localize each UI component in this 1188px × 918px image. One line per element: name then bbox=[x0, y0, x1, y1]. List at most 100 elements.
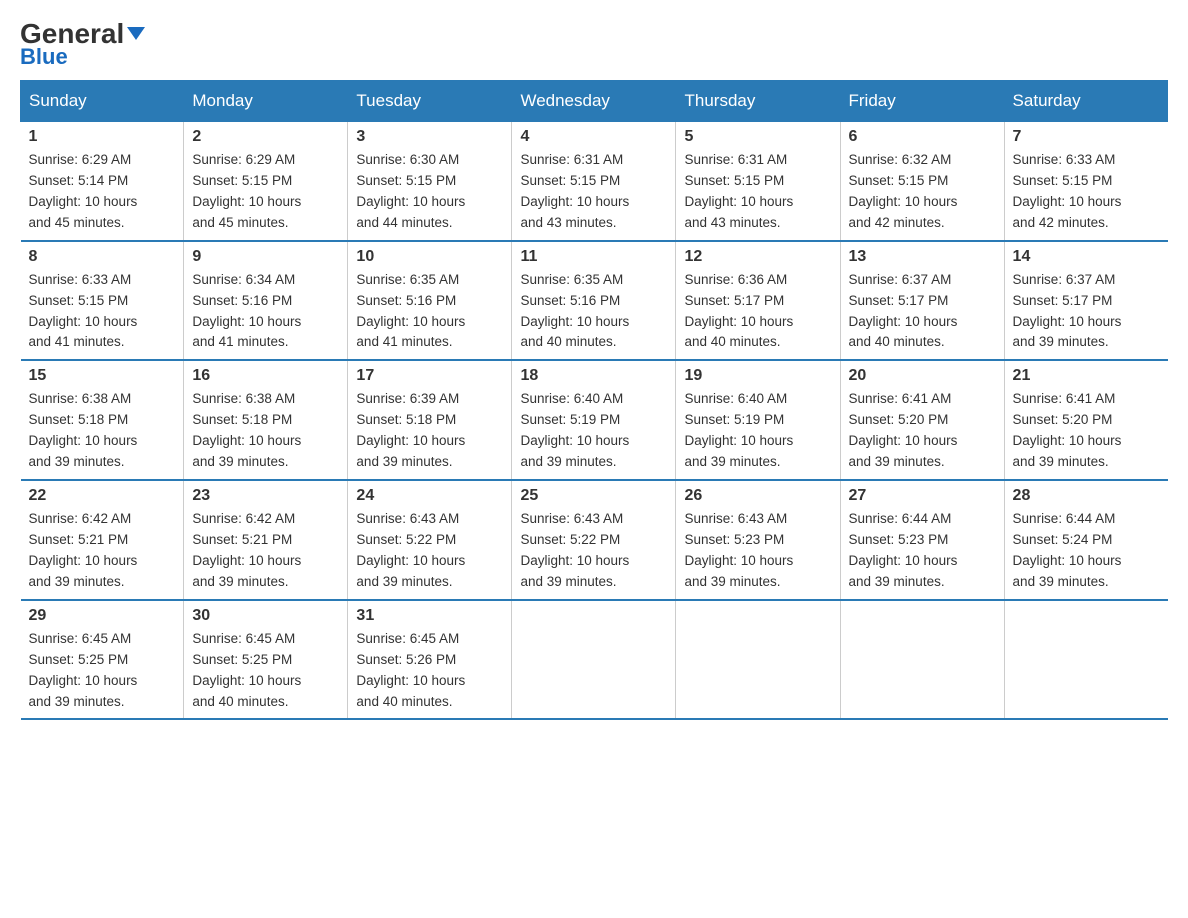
day-number: 28 bbox=[1013, 487, 1160, 505]
day-number: 26 bbox=[684, 487, 831, 505]
calendar-cell: 11 Sunrise: 6:35 AMSunset: 5:16 PMDayligh… bbox=[512, 241, 676, 361]
week-row-4: 22 Sunrise: 6:42 AMSunset: 5:21 PMDayligh… bbox=[21, 480, 1168, 600]
calendar-cell: 8 Sunrise: 6:33 AMSunset: 5:15 PMDaylight… bbox=[21, 241, 184, 361]
day-number: 14 bbox=[1013, 248, 1160, 266]
day-info: Sunrise: 6:42 AMSunset: 5:21 PMDaylight:… bbox=[192, 509, 339, 593]
calendar-table: SundayMondayTuesdayWednesdayThursdayFrid… bbox=[20, 80, 1168, 720]
header-monday: Monday bbox=[184, 81, 348, 122]
calendar-cell bbox=[1004, 600, 1167, 720]
day-number: 4 bbox=[520, 128, 667, 146]
calendar-cell bbox=[676, 600, 840, 720]
calendar-cell: 7Sunrise: 6:33 AMSunset: 5:15 PMDaylight… bbox=[1004, 122, 1167, 241]
day-number: 18 bbox=[520, 367, 667, 385]
calendar-cell: 28 Sunrise: 6:44 AMSunset: 5:24 PMDayligh… bbox=[1004, 480, 1167, 600]
day-number: 5 bbox=[684, 128, 831, 146]
day-info: Sunrise: 6:29 AMSunset: 5:14 PMDaylight:… bbox=[29, 150, 176, 234]
calendar-cell: 26 Sunrise: 6:43 AMSunset: 5:23 PMDayligh… bbox=[676, 480, 840, 600]
day-info: Sunrise: 6:33 AMSunset: 5:15 PMDaylight:… bbox=[29, 270, 176, 354]
day-info: Sunrise: 6:43 AMSunset: 5:22 PMDaylight:… bbox=[520, 509, 667, 593]
day-number: 15 bbox=[29, 367, 176, 385]
header-saturday: Saturday bbox=[1004, 81, 1167, 122]
calendar-cell: 17 Sunrise: 6:39 AMSunset: 5:18 PMDayligh… bbox=[348, 360, 512, 480]
day-info: Sunrise: 6:41 AMSunset: 5:20 PMDaylight:… bbox=[1013, 389, 1160, 473]
day-info: Sunrise: 6:32 AMSunset: 5:15 PMDaylight:… bbox=[849, 150, 996, 234]
calendar-cell: 6 Sunrise: 6:32 AMSunset: 5:15 PMDaylight… bbox=[840, 122, 1004, 241]
calendar-cell: 29 Sunrise: 6:45 AMSunset: 5:25 PMDayligh… bbox=[21, 600, 184, 720]
day-number: 22 bbox=[29, 487, 176, 505]
day-info: Sunrise: 6:39 AMSunset: 5:18 PMDaylight:… bbox=[356, 389, 503, 473]
day-number: 24 bbox=[356, 487, 503, 505]
header-friday: Friday bbox=[840, 81, 1004, 122]
header-wednesday: Wednesday bbox=[512, 81, 676, 122]
day-info: Sunrise: 6:29 AMSunset: 5:15 PMDaylight:… bbox=[192, 150, 339, 234]
day-info: Sunrise: 6:36 AMSunset: 5:17 PMDaylight:… bbox=[684, 270, 831, 354]
calendar-header-row: SundayMondayTuesdayWednesdayThursdayFrid… bbox=[21, 81, 1168, 122]
day-info: Sunrise: 6:44 AMSunset: 5:24 PMDaylight:… bbox=[1013, 509, 1160, 593]
calendar-cell: 2 Sunrise: 6:29 AMSunset: 5:15 PMDaylight… bbox=[184, 122, 348, 241]
calendar-cell: 30 Sunrise: 6:45 AMSunset: 5:25 PMDayligh… bbox=[184, 600, 348, 720]
calendar-cell bbox=[512, 600, 676, 720]
day-info: Sunrise: 6:43 AMSunset: 5:23 PMDaylight:… bbox=[684, 509, 831, 593]
day-info: Sunrise: 6:40 AMSunset: 5:19 PMDaylight:… bbox=[520, 389, 667, 473]
calendar-cell: 22Sunrise: 6:42 AMSunset: 5:21 PMDayligh… bbox=[21, 480, 184, 600]
day-number: 16 bbox=[192, 367, 339, 385]
day-number: 29 bbox=[29, 607, 176, 625]
day-info: Sunrise: 6:45 AMSunset: 5:25 PMDaylight:… bbox=[29, 629, 176, 713]
day-info: Sunrise: 6:31 AMSunset: 5:15 PMDaylight:… bbox=[684, 150, 831, 234]
day-info: Sunrise: 6:45 AMSunset: 5:25 PMDaylight:… bbox=[192, 629, 339, 713]
day-number: 8 bbox=[29, 248, 176, 266]
calendar-cell: 31 Sunrise: 6:45 AMSunset: 5:26 PMDayligh… bbox=[348, 600, 512, 720]
calendar-cell bbox=[840, 600, 1004, 720]
calendar-cell: 1 Sunrise: 6:29 AMSunset: 5:14 PMDaylight… bbox=[21, 122, 184, 241]
logo: General Blue bbox=[20, 20, 145, 70]
day-number: 13 bbox=[849, 248, 996, 266]
day-info: Sunrise: 6:35 AMSunset: 5:16 PMDaylight:… bbox=[520, 270, 667, 354]
day-number: 31 bbox=[356, 607, 503, 625]
day-number: 17 bbox=[356, 367, 503, 385]
day-info: Sunrise: 6:45 AMSunset: 5:26 PMDaylight:… bbox=[356, 629, 503, 713]
calendar-cell: 12Sunrise: 6:36 AMSunset: 5:17 PMDayligh… bbox=[676, 241, 840, 361]
week-row-1: 1 Sunrise: 6:29 AMSunset: 5:14 PMDaylight… bbox=[21, 122, 1168, 241]
calendar-cell: 16 Sunrise: 6:38 AMSunset: 5:18 PMDayligh… bbox=[184, 360, 348, 480]
header-sunday: Sunday bbox=[21, 81, 184, 122]
header-tuesday: Tuesday bbox=[348, 81, 512, 122]
day-number: 3 bbox=[356, 128, 503, 146]
calendar-cell: 18 Sunrise: 6:40 AMSunset: 5:19 PMDayligh… bbox=[512, 360, 676, 480]
day-number: 1 bbox=[29, 128, 176, 146]
day-info: Sunrise: 6:44 AMSunset: 5:23 PMDaylight:… bbox=[849, 509, 996, 593]
calendar-cell: 13Sunrise: 6:37 AMSunset: 5:17 PMDayligh… bbox=[840, 241, 1004, 361]
week-row-3: 15 Sunrise: 6:38 AMSunset: 5:18 PMDayligh… bbox=[21, 360, 1168, 480]
day-info: Sunrise: 6:43 AMSunset: 5:22 PMDaylight:… bbox=[356, 509, 503, 593]
day-number: 6 bbox=[849, 128, 996, 146]
week-row-2: 8 Sunrise: 6:33 AMSunset: 5:15 PMDaylight… bbox=[21, 241, 1168, 361]
calendar-cell: 5 Sunrise: 6:31 AMSunset: 5:15 PMDaylight… bbox=[676, 122, 840, 241]
day-info: Sunrise: 6:30 AMSunset: 5:15 PMDaylight:… bbox=[356, 150, 503, 234]
calendar-cell: 21 Sunrise: 6:41 AMSunset: 5:20 PMDayligh… bbox=[1004, 360, 1167, 480]
day-info: Sunrise: 6:33 AMSunset: 5:15 PMDaylight:… bbox=[1013, 150, 1160, 234]
day-info: Sunrise: 6:31 AMSunset: 5:15 PMDaylight:… bbox=[520, 150, 667, 234]
day-info: Sunrise: 6:41 AMSunset: 5:20 PMDaylight:… bbox=[849, 389, 996, 473]
day-number: 2 bbox=[192, 128, 339, 146]
logo-blue: Blue bbox=[20, 44, 68, 70]
calendar-cell: 10Sunrise: 6:35 AMSunset: 5:16 PMDayligh… bbox=[348, 241, 512, 361]
week-row-5: 29 Sunrise: 6:45 AMSunset: 5:25 PMDayligh… bbox=[21, 600, 1168, 720]
day-number: 21 bbox=[1013, 367, 1160, 385]
day-number: 30 bbox=[192, 607, 339, 625]
calendar-cell: 14 Sunrise: 6:37 AMSunset: 5:17 PMDayligh… bbox=[1004, 241, 1167, 361]
day-info: Sunrise: 6:40 AMSunset: 5:19 PMDaylight:… bbox=[684, 389, 831, 473]
calendar-cell: 25Sunrise: 6:43 AMSunset: 5:22 PMDayligh… bbox=[512, 480, 676, 600]
calendar-cell: 20Sunrise: 6:41 AMSunset: 5:20 PMDayligh… bbox=[840, 360, 1004, 480]
calendar-cell: 27 Sunrise: 6:44 AMSunset: 5:23 PMDayligh… bbox=[840, 480, 1004, 600]
calendar-cell: 9Sunrise: 6:34 AMSunset: 5:16 PMDaylight… bbox=[184, 241, 348, 361]
page-header: General Blue bbox=[20, 20, 1168, 70]
day-number: 10 bbox=[356, 248, 503, 266]
day-info: Sunrise: 6:38 AMSunset: 5:18 PMDaylight:… bbox=[192, 389, 339, 473]
calendar-cell: 19 Sunrise: 6:40 AMSunset: 5:19 PMDayligh… bbox=[676, 360, 840, 480]
day-info: Sunrise: 6:37 AMSunset: 5:17 PMDaylight:… bbox=[1013, 270, 1160, 354]
day-number: 27 bbox=[849, 487, 996, 505]
day-info: Sunrise: 6:34 AMSunset: 5:16 PMDaylight:… bbox=[192, 270, 339, 354]
day-number: 11 bbox=[520, 248, 667, 266]
calendar-cell: 4 Sunrise: 6:31 AMSunset: 5:15 PMDaylight… bbox=[512, 122, 676, 241]
day-number: 23 bbox=[192, 487, 339, 505]
day-number: 19 bbox=[684, 367, 831, 385]
